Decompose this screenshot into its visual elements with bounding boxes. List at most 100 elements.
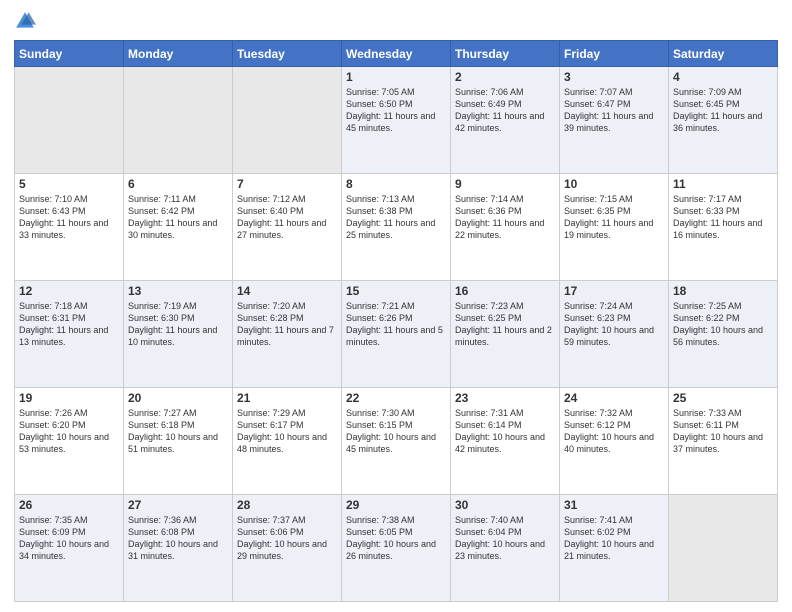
calendar-cell: 23Sunrise: 7:31 AM Sunset: 6:14 PM Dayli…	[451, 388, 560, 495]
day-number: 13	[128, 284, 228, 298]
calendar-cell: 7 Sunrise: 7:12 AM Sunset: 6:40 PM Daylig…	[233, 174, 342, 281]
calendar-cell	[15, 67, 124, 174]
day-info: Sunrise: 7:36 AM Sunset: 6:08 PM Dayligh…	[128, 514, 228, 563]
day-info: Sunrise: 7:19 AM Sunset: 6:30 PM Dayligh…	[128, 300, 228, 349]
calendar-cell: 9 Sunrise: 7:14 AM Sunset: 6:36 PM Daylig…	[451, 174, 560, 281]
day-number: 28	[237, 498, 337, 512]
day-number: 6	[128, 177, 228, 191]
calendar-header-sunday: Sunday	[15, 41, 124, 67]
day-info: Sunrise: 7:29 AM Sunset: 6:17 PM Dayligh…	[237, 407, 337, 456]
day-info: Sunrise: 7:15 AM Sunset: 6:35 PM Dayligh…	[564, 193, 664, 242]
calendar-header-thursday: Thursday	[451, 41, 560, 67]
calendar-cell: 8 Sunrise: 7:13 AM Sunset: 6:38 PM Daylig…	[342, 174, 451, 281]
calendar-cell: 4 Sunrise: 7:09 AM Sunset: 6:45 PM Daylig…	[669, 67, 778, 174]
day-info: Sunrise: 7:40 AM Sunset: 6:04 PM Dayligh…	[455, 514, 555, 563]
calendar-week-row: 26 Sunrise: 7:35 AM Sunset: 6:09 PM Dayli…	[15, 495, 778, 602]
calendar-cell: 6 Sunrise: 7:11 AM Sunset: 6:42 PM Daylig…	[124, 174, 233, 281]
calendar-cell: 15 Sunrise: 7:21 AM Sunset: 6:26 PM Dayli…	[342, 281, 451, 388]
day-number: 22	[346, 391, 446, 405]
day-number: 12	[19, 284, 119, 298]
calendar-cell: 29 Sunrise: 7:38 AM Sunset: 6:05 PM Dayli…	[342, 495, 451, 602]
day-number: 24	[564, 391, 664, 405]
calendar-cell: 21 Sunrise: 7:29 AM Sunset: 6:17 PM Dayli…	[233, 388, 342, 495]
day-number: 4	[673, 70, 773, 84]
day-info: Sunrise: 7:21 AM Sunset: 6:26 PM Dayligh…	[346, 300, 446, 349]
day-number: 16	[455, 284, 555, 298]
day-number: 11	[673, 177, 773, 191]
calendar-cell: 1 Sunrise: 7:05 AM Sunset: 6:50 PM Daylig…	[342, 67, 451, 174]
calendar-week-row: 12 Sunrise: 7:18 AM Sunset: 6:31 PM Dayli…	[15, 281, 778, 388]
calendar-header-monday: Monday	[124, 41, 233, 67]
calendar-header-saturday: Saturday	[669, 41, 778, 67]
calendar-cell	[124, 67, 233, 174]
day-info: Sunrise: 7:06 AM Sunset: 6:49 PM Dayligh…	[455, 86, 555, 135]
calendar-cell: 26 Sunrise: 7:35 AM Sunset: 6:09 PM Dayli…	[15, 495, 124, 602]
day-info: Sunrise: 7:35 AM Sunset: 6:09 PM Dayligh…	[19, 514, 119, 563]
day-info: Sunrise: 7:24 AM Sunset: 6:23 PM Dayligh…	[564, 300, 664, 349]
day-info: Sunrise: 7:23 AM Sunset: 6:25 PM Dayligh…	[455, 300, 555, 349]
calendar-week-row: 19Sunrise: 7:26 AM Sunset: 6:20 PM Dayli…	[15, 388, 778, 495]
day-info: Sunrise: 7:13 AM Sunset: 6:38 PM Dayligh…	[346, 193, 446, 242]
day-number: 31	[564, 498, 664, 512]
calendar-cell: 30 Sunrise: 7:40 AM Sunset: 6:04 PM Dayli…	[451, 495, 560, 602]
day-info: Sunrise: 7:11 AM Sunset: 6:42 PM Dayligh…	[128, 193, 228, 242]
day-info: Sunrise: 7:27 AM Sunset: 6:18 PM Dayligh…	[128, 407, 228, 456]
calendar-cell: 16 Sunrise: 7:23 AM Sunset: 6:25 PM Dayli…	[451, 281, 560, 388]
calendar-cell: 2 Sunrise: 7:06 AM Sunset: 6:49 PM Daylig…	[451, 67, 560, 174]
calendar-cell	[233, 67, 342, 174]
day-number: 21	[237, 391, 337, 405]
day-number: 29	[346, 498, 446, 512]
day-number: 18	[673, 284, 773, 298]
calendar-cell: 27 Sunrise: 7:36 AM Sunset: 6:08 PM Dayli…	[124, 495, 233, 602]
calendar-cell: 11 Sunrise: 7:17 AM Sunset: 6:33 PM Dayli…	[669, 174, 778, 281]
day-number: 20	[128, 391, 228, 405]
day-info: Sunrise: 7:18 AM Sunset: 6:31 PM Dayligh…	[19, 300, 119, 349]
page: SundayMondayTuesdayWednesdayThursdayFrid…	[0, 0, 792, 612]
calendar-week-row: 5 Sunrise: 7:10 AM Sunset: 6:43 PM Daylig…	[15, 174, 778, 281]
calendar-cell	[669, 495, 778, 602]
day-number: 19	[19, 391, 119, 405]
day-number: 30	[455, 498, 555, 512]
calendar-cell: 31Sunrise: 7:41 AM Sunset: 6:02 PM Dayli…	[560, 495, 669, 602]
day-number: 9	[455, 177, 555, 191]
calendar-cell: 19Sunrise: 7:26 AM Sunset: 6:20 PM Dayli…	[15, 388, 124, 495]
day-info: Sunrise: 7:37 AM Sunset: 6:06 PM Dayligh…	[237, 514, 337, 563]
calendar-cell: 17 Sunrise: 7:24 AM Sunset: 6:23 PM Dayli…	[560, 281, 669, 388]
calendar-cell: 10 Sunrise: 7:15 AM Sunset: 6:35 PM Dayli…	[560, 174, 669, 281]
calendar-table: SundayMondayTuesdayWednesdayThursdayFrid…	[14, 40, 778, 602]
day-info: Sunrise: 7:17 AM Sunset: 6:33 PM Dayligh…	[673, 193, 773, 242]
day-number: 26	[19, 498, 119, 512]
calendar-cell: 20 Sunrise: 7:27 AM Sunset: 6:18 PM Dayli…	[124, 388, 233, 495]
day-info: Sunrise: 7:30 AM Sunset: 6:15 PM Dayligh…	[346, 407, 446, 456]
day-number: 15	[346, 284, 446, 298]
calendar-cell: 3Sunrise: 7:07 AM Sunset: 6:47 PM Daylig…	[560, 67, 669, 174]
day-info: Sunrise: 7:09 AM Sunset: 6:45 PM Dayligh…	[673, 86, 773, 135]
day-info: Sunrise: 7:10 AM Sunset: 6:43 PM Dayligh…	[19, 193, 119, 242]
day-number: 2	[455, 70, 555, 84]
calendar-cell: 12 Sunrise: 7:18 AM Sunset: 6:31 PM Dayli…	[15, 281, 124, 388]
day-info: Sunrise: 7:20 AM Sunset: 6:28 PM Dayligh…	[237, 300, 337, 349]
day-info: Sunrise: 7:05 AM Sunset: 6:50 PM Dayligh…	[346, 86, 446, 135]
day-info: Sunrise: 7:25 AM Sunset: 6:22 PM Dayligh…	[673, 300, 773, 349]
day-info: Sunrise: 7:14 AM Sunset: 6:36 PM Dayligh…	[455, 193, 555, 242]
day-info: Sunrise: 7:33 AM Sunset: 6:11 PM Dayligh…	[673, 407, 773, 456]
calendar-cell: 5 Sunrise: 7:10 AM Sunset: 6:43 PM Daylig…	[15, 174, 124, 281]
calendar-cell: 24Sunrise: 7:32 AM Sunset: 6:12 PM Dayli…	[560, 388, 669, 495]
day-info: Sunrise: 7:38 AM Sunset: 6:05 PM Dayligh…	[346, 514, 446, 563]
day-number: 23	[455, 391, 555, 405]
day-number: 1	[346, 70, 446, 84]
calendar-cell: 18 Sunrise: 7:25 AM Sunset: 6:22 PM Dayli…	[669, 281, 778, 388]
day-number: 17	[564, 284, 664, 298]
day-info: Sunrise: 7:12 AM Sunset: 6:40 PM Dayligh…	[237, 193, 337, 242]
day-number: 10	[564, 177, 664, 191]
day-number: 8	[346, 177, 446, 191]
day-number: 5	[19, 177, 119, 191]
header	[14, 10, 778, 32]
day-number: 7	[237, 177, 337, 191]
calendar-header-friday: Friday	[560, 41, 669, 67]
day-number: 27	[128, 498, 228, 512]
calendar-header-row: SundayMondayTuesdayWednesdayThursdayFrid…	[15, 41, 778, 67]
day-number: 3	[564, 70, 664, 84]
day-number: 14	[237, 284, 337, 298]
logo	[14, 10, 38, 32]
